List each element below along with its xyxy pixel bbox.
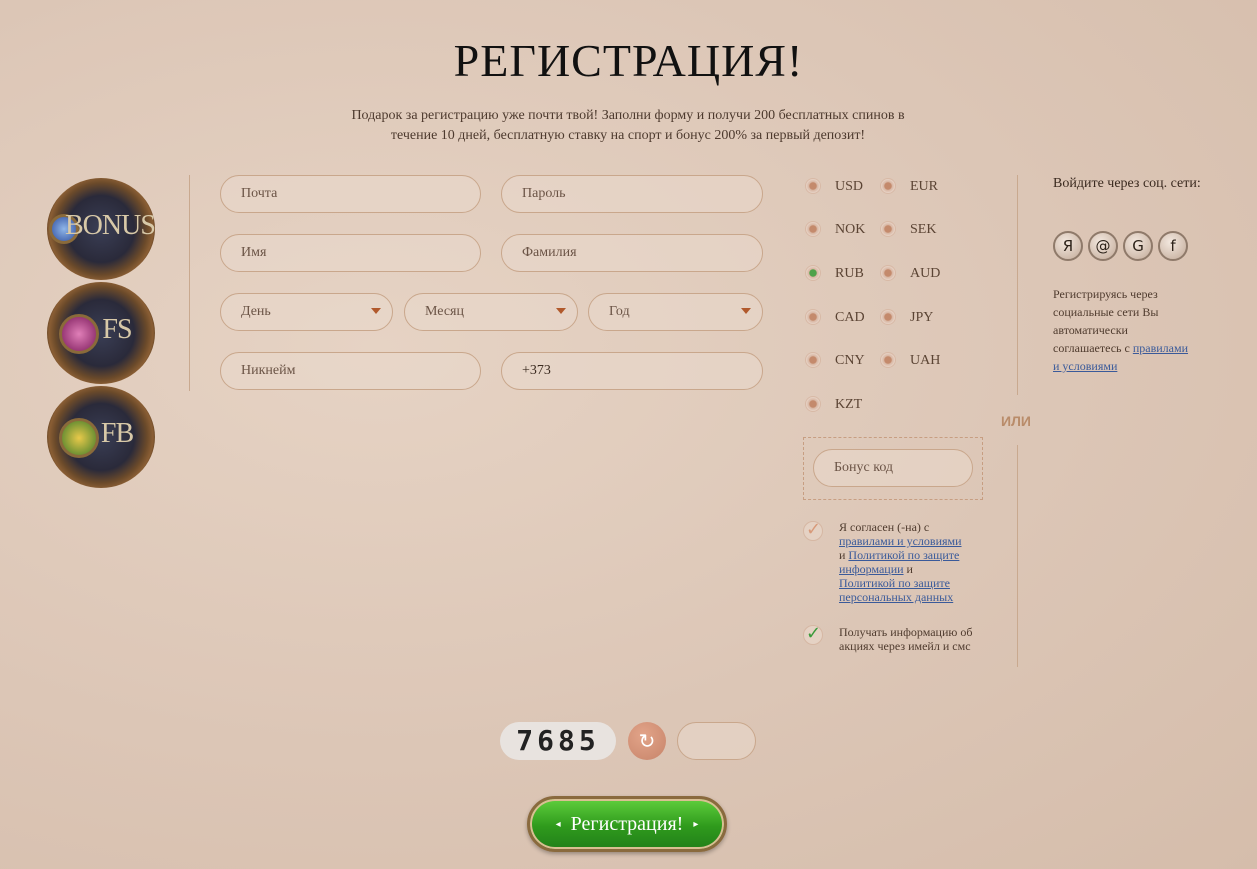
captcha-input[interactable] [677, 722, 756, 760]
personal-data-link[interactable]: Политикой по защите персональных данных [839, 576, 953, 604]
currency-label: UAH [910, 353, 941, 368]
facebook-icon[interactable]: f [1158, 231, 1188, 261]
month-select[interactable]: Месяц [404, 293, 578, 331]
currency-label: NOK [835, 222, 866, 237]
news-text: Получать информацию об акциях через имей… [839, 625, 973, 653]
left-divider [189, 175, 190, 391]
radio-icon [805, 309, 821, 325]
bonus-badge[interactable]: BONUS [47, 178, 156, 280]
or-label: ИЛИ [1001, 413, 1031, 429]
free-spins-badge-label: FS [102, 314, 132, 345]
last-name-field[interactable]: Фамилия [501, 234, 763, 272]
check-icon: ✓ [806, 623, 822, 644]
agree-and: и [906, 562, 913, 576]
radio-icon [805, 221, 821, 237]
currency-label: JPY [910, 310, 934, 325]
register-button[interactable]: ◂ Регистрация! ▸ [527, 796, 727, 852]
news-checkbox[interactable]: ✓ [803, 623, 823, 645]
social-note: Регистрируясь через социальные сети Вы а… [1053, 285, 1193, 375]
email-field[interactable]: Почта [220, 175, 481, 213]
chevron-down-icon [741, 308, 751, 314]
currency-label: EUR [910, 179, 938, 194]
free-bet-badge-label: FB [100, 418, 134, 449]
arrow-left-icon: ◂ [555, 819, 561, 831]
refresh-icon[interactable]: ↻ [628, 722, 666, 760]
currency-label: SEK [910, 222, 937, 237]
mailru-icon[interactable]: @ [1088, 231, 1118, 261]
month-select-label: Месяц [404, 293, 578, 331]
password-field[interactable]: Пароль [501, 175, 763, 213]
first-name-field[interactable]: Имя [220, 234, 481, 272]
currency-label: AUD [910, 266, 941, 281]
radio-icon [880, 352, 896, 368]
radio-icon [880, 265, 896, 281]
right-divider-bottom [1017, 445, 1018, 667]
free-bet-badge[interactable]: FB [47, 386, 155, 488]
currency-label: RUB [835, 266, 864, 281]
radio-icon [805, 178, 821, 194]
register-button-label: Регистрация! [570, 813, 684, 835]
year-select[interactable]: Год [588, 293, 763, 331]
year-select-label: Год [588, 293, 763, 331]
agree-text: Я согласен (-на) с правилами и условиями… [839, 520, 981, 604]
google-icon[interactable]: G [1123, 231, 1153, 261]
yandex-icon[interactable]: Я [1053, 231, 1083, 261]
page-title: РЕГИСТРАЦИЯ! [453, 35, 804, 86]
page-subtitle: Подарок за регистрацию уже почти твой! З… [351, 108, 905, 143]
currency-label: KZT [835, 397, 863, 412]
nickname-field[interactable]: Никнейм [220, 352, 481, 390]
arrow-right-icon: ▸ [693, 819, 699, 831]
free-spins-badge[interactable]: FS [47, 282, 155, 384]
captcha-image: 7685 [500, 722, 616, 760]
check-icon: ✓ [806, 519, 822, 540]
agree-and: и [839, 548, 846, 562]
agree-checkbox[interactable]: ✓ [803, 519, 823, 541]
radio-icon [880, 178, 896, 194]
agree-prefix: Я согласен (-на) с [839, 520, 930, 534]
chevron-down-icon [556, 308, 566, 314]
chevron-down-icon [371, 308, 381, 314]
social-title: Войдите через соц. сети: [1053, 176, 1201, 191]
day-select-label: День [220, 293, 393, 331]
radio-icon [805, 396, 821, 412]
bonus-code-field[interactable]: Бонус код [813, 449, 973, 487]
terms-link[interactable]: правилами и условиями [839, 534, 962, 548]
currency-label: CNY [835, 353, 865, 368]
phone-field[interactable]: +373 [501, 352, 763, 390]
currency-label: CAD [835, 310, 865, 325]
radio-icon [805, 352, 821, 368]
currency-label: USD [835, 179, 864, 194]
day-select[interactable]: День [220, 293, 393, 331]
bonus-badge-label: BONUS [65, 210, 156, 241]
right-divider-top [1017, 175, 1018, 395]
radio-selected-icon [805, 265, 821, 281]
radio-icon [880, 221, 896, 237]
radio-icon [880, 309, 896, 325]
privacy-link[interactable]: Политикой по защите информации [839, 548, 959, 576]
